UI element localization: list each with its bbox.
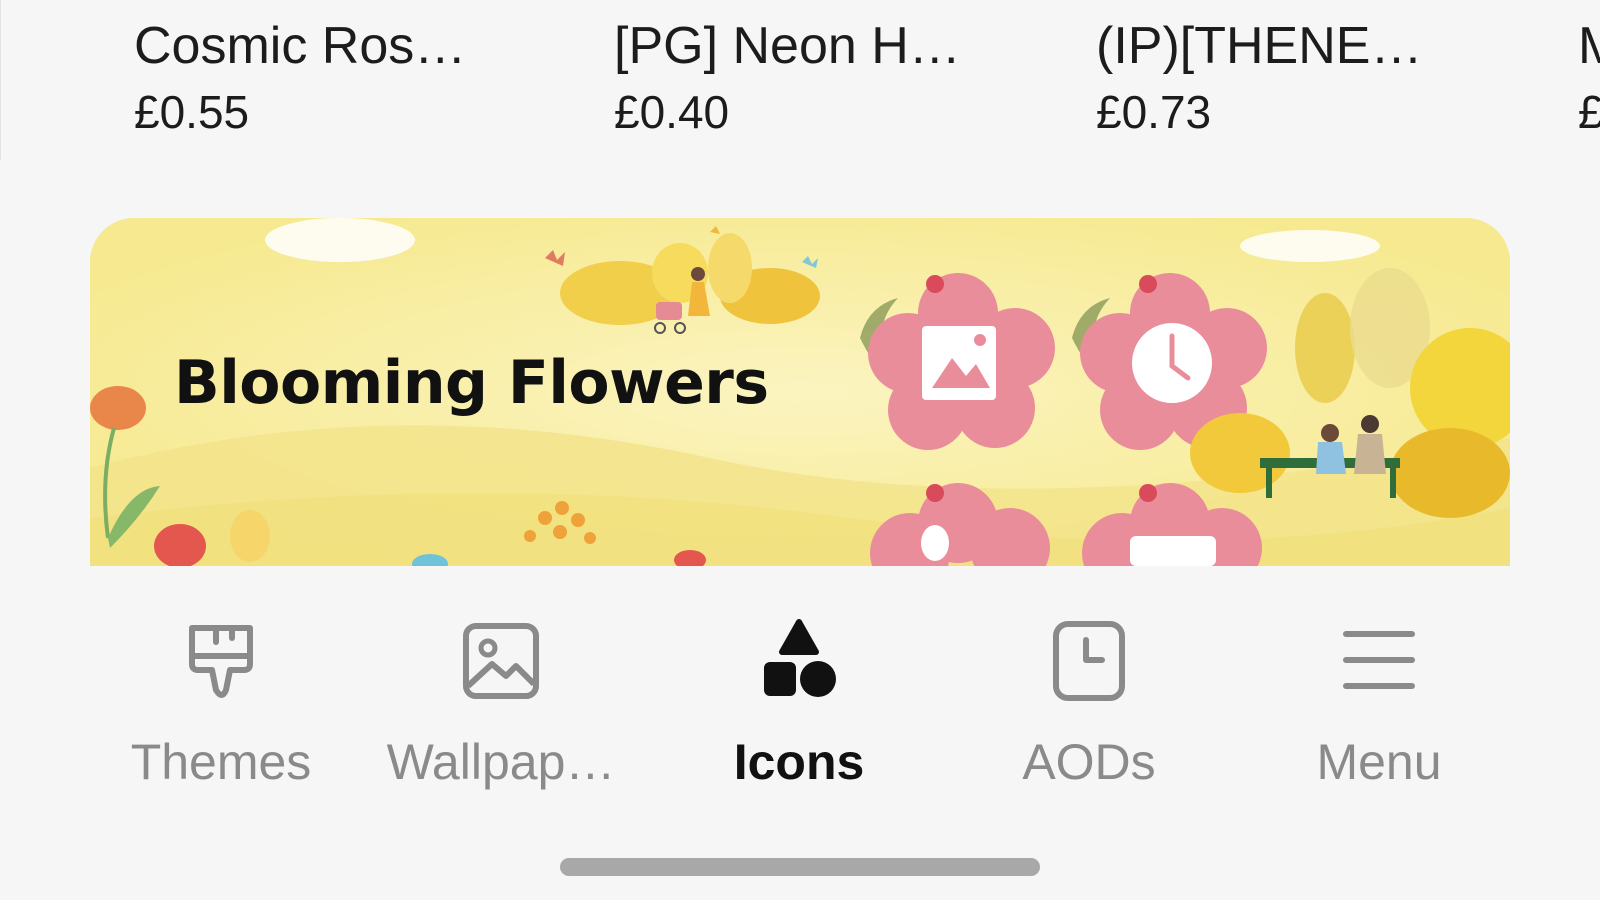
product-name: Cosmic Ros… bbox=[134, 17, 467, 75]
nav-item-aods[interactable]: AODs bbox=[944, 616, 1234, 796]
nav-label-menu: Menu bbox=[1316, 734, 1442, 790]
product-name: [PG] Neon H… bbox=[614, 17, 961, 75]
nav-label-themes: Themes bbox=[130, 734, 312, 790]
image-icon bbox=[463, 623, 539, 699]
product-price: £0.40 bbox=[614, 86, 730, 138]
product-card[interactable]: Cosmic Ros… £0.55 bbox=[134, 14, 514, 142]
nav-label-aods: AODs bbox=[1022, 734, 1156, 790]
product-price: £0.73 bbox=[1096, 86, 1212, 138]
banner-title: Blooming Flowers bbox=[174, 348, 769, 418]
nav-label-wallpapers: Wallpap… bbox=[386, 734, 616, 790]
product-name: (IP)[THENE… bbox=[1096, 17, 1423, 75]
shapes-icon bbox=[764, 619, 836, 697]
nav-item-icons[interactable]: Icons bbox=[654, 616, 944, 796]
product-name: M bbox=[1578, 17, 1600, 75]
nav-item-wallpapers[interactable]: Wallpap… bbox=[356, 616, 646, 796]
featured-banner[interactable]: Blooming Flowers bbox=[90, 218, 1510, 566]
clock-icon bbox=[1053, 621, 1125, 701]
screen: Cosmic Ros… £0.55 [PG] Neon H… £0.40 (IP… bbox=[0, 0, 1600, 900]
product-card[interactable]: (IP)[THENE… £0.73 bbox=[1096, 14, 1476, 142]
product-card[interactable]: [PG] Neon H… £0.40 bbox=[614, 14, 994, 142]
nav-label-icons: Icons bbox=[733, 734, 865, 790]
paintbrush-icon bbox=[189, 625, 253, 698]
nav-item-themes[interactable]: Themes bbox=[76, 616, 366, 796]
hamburger-menu-icon bbox=[1343, 631, 1415, 689]
product-card[interactable]: M £ bbox=[1578, 14, 1600, 142]
product-price: £0.55 bbox=[134, 86, 250, 138]
product-price: £ bbox=[1578, 86, 1600, 138]
divider bbox=[0, 0, 1, 160]
bottom-navigation: Themes Wallpap… Icons AODs Menu bbox=[0, 566, 1600, 826]
nav-item-menu[interactable]: Menu bbox=[1234, 616, 1524, 796]
home-indicator[interactable] bbox=[560, 858, 1040, 876]
product-carousel: Cosmic Ros… £0.55 [PG] Neon H… £0.40 (IP… bbox=[0, 0, 1600, 170]
